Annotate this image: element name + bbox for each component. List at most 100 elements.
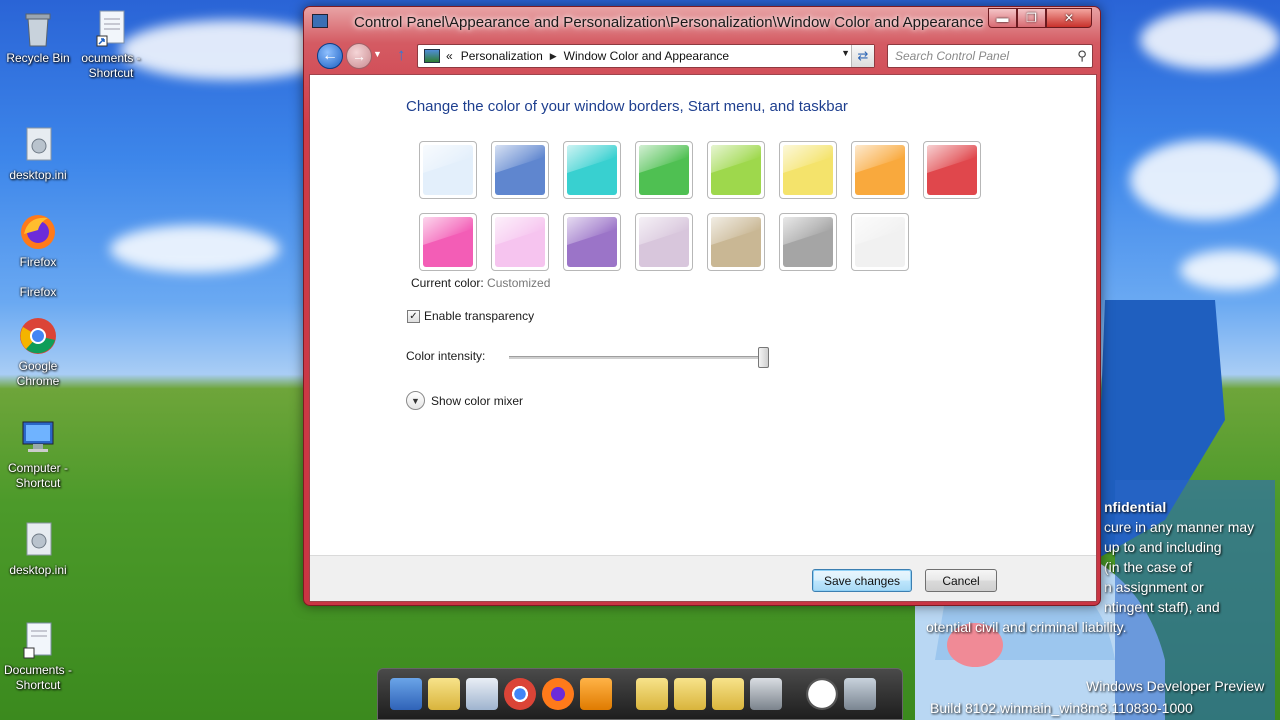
- color-swatch-lavender[interactable]: [635, 213, 693, 271]
- color-swatch-frost[interactable]: [851, 213, 909, 271]
- swatch-fill: [855, 145, 905, 195]
- desktop-icon-documents-shortcut[interactable]: ocuments - Shortcut: [73, 8, 149, 81]
- current-color: Current color: Customized: [411, 276, 550, 290]
- color-swatch-violet[interactable]: [563, 213, 621, 271]
- media-player-icon[interactable]: [580, 678, 612, 710]
- color-swatch-pumpkin[interactable]: [851, 141, 909, 199]
- watermark-line: n assignment or: [1104, 579, 1204, 595]
- color-swatch-sky[interactable]: [419, 141, 477, 199]
- downloads-folder-icon[interactable]: [636, 678, 668, 710]
- swatch-fill: [783, 217, 833, 267]
- forward-button[interactable]: →: [346, 43, 372, 69]
- swatch-fill: [423, 145, 473, 195]
- desktop-icon-recycle-bin[interactable]: Recycle Bin: [0, 8, 76, 66]
- color-swatch-ruby[interactable]: [923, 141, 981, 199]
- watermark-line: (in the case of: [1104, 559, 1192, 575]
- color-intensity-track[interactable]: [509, 356, 767, 359]
- up-button[interactable]: ↑: [397, 45, 406, 65]
- color-swatch-twilight[interactable]: [491, 141, 549, 199]
- color-intensity-label: Color intensity:: [406, 349, 486, 363]
- page-title: Change the color of your window borders,…: [406, 98, 848, 115]
- trash-icon[interactable]: [844, 678, 876, 710]
- color-swatch-lime[interactable]: [707, 141, 765, 199]
- swatch-fill: [567, 217, 617, 267]
- dock-spacer: [788, 678, 800, 710]
- refresh-icon: ⇄: [857, 48, 869, 63]
- search-icon[interactable]: ⚲: [1072, 48, 1092, 64]
- breadcrumb-overflow[interactable]: «: [446, 49, 453, 63]
- drive-icon[interactable]: [750, 678, 782, 710]
- desktop-icon-documents-shortcut-2[interactable]: Documents - Shortcut: [0, 620, 76, 693]
- color-swatch-chocolate[interactable]: [779, 213, 837, 271]
- color-swatch-fuchsia[interactable]: [419, 213, 477, 271]
- settings-file-icon: [18, 520, 58, 560]
- chevron-down-icon[interactable]: ▼: [841, 48, 850, 58]
- documents-folder-icon[interactable]: [674, 678, 706, 710]
- swatch-fill: [783, 145, 833, 195]
- folder-icon[interactable]: [428, 678, 460, 710]
- cancel-button[interactable]: Cancel: [925, 569, 997, 592]
- current-color-value: Customized: [487, 276, 551, 290]
- control-panel-icon: [424, 49, 440, 63]
- color-mixer-label[interactable]: Show color mixer: [431, 394, 523, 408]
- color-swatch-leaf[interactable]: [635, 141, 693, 199]
- refresh-button[interactable]: ⇄: [851, 45, 874, 67]
- swatch-fill: [639, 217, 689, 267]
- dock-taskbar: [377, 668, 903, 720]
- recycle-bin-icon: [18, 8, 58, 48]
- app-store-icon[interactable]: [466, 678, 498, 710]
- desktop-icon-google-chrome[interactable]: Google Chrome: [0, 316, 76, 389]
- desktop-icon-firefox[interactable]: Firefox: [0, 212, 76, 270]
- chrome-icon[interactable]: [504, 678, 536, 710]
- clock-icon[interactable]: [806, 678, 838, 710]
- cloud: [1180, 250, 1280, 290]
- color-swatch-taupe[interactable]: [707, 213, 765, 271]
- watermark-line: otential civil and criminal liability.: [926, 619, 1127, 635]
- address-bar[interactable]: « Personalization ▶ Window Color and App…: [417, 44, 875, 68]
- confidential-watermark: nfidential cure in any manner may up to …: [926, 497, 1255, 637]
- current-color-label: Current color:: [411, 276, 484, 290]
- desktop-icon-desktop-ini[interactable]: desktop.ini: [0, 125, 76, 183]
- search-placeholder: Search Control Panel: [895, 49, 1010, 63]
- desktop-icon-label: Computer - Shortcut: [7, 461, 69, 490]
- breadcrumb-separator-icon[interactable]: ▶: [550, 51, 557, 62]
- desktop-icon-computer-shortcut[interactable]: Computer - Shortcut: [0, 418, 76, 491]
- back-button[interactable]: ←: [317, 43, 343, 69]
- maximize-button[interactable]: ❐: [1017, 8, 1046, 28]
- desktop-icon-label: Documents - Shortcut: [3, 663, 73, 692]
- search-input[interactable]: Search Control Panel ⚲: [887, 44, 1093, 68]
- arrow-right-icon: →: [352, 48, 366, 64]
- swatch-fill: [711, 145, 761, 195]
- breadcrumb-item-window-color[interactable]: Window Color and Appearance: [564, 49, 729, 63]
- desktop-icon-desktop-ini-2[interactable]: desktop.ini: [0, 520, 76, 578]
- pictures-folder-icon[interactable]: [712, 678, 744, 710]
- cloud: [110, 225, 280, 273]
- watermark-line: cure in any manner may: [1104, 519, 1255, 535]
- save-changes-button[interactable]: Save changes: [812, 569, 912, 592]
- document-icon: [91, 8, 131, 48]
- color-swatch-blush[interactable]: [491, 213, 549, 271]
- computer-icon[interactable]: [390, 678, 422, 710]
- cloud: [1140, 10, 1280, 70]
- desktop-icon-label: ocuments - Shortcut: [81, 51, 141, 80]
- minimize-button[interactable]: ▬: [988, 8, 1017, 28]
- desktop-icon-firefox-2[interactable]: Firefox: [0, 285, 76, 300]
- breadcrumb-item-personalization[interactable]: Personalization: [461, 49, 543, 63]
- close-button[interactable]: ✕: [1046, 8, 1092, 28]
- swatch-fill: [855, 217, 905, 267]
- arrow-up-icon: ↑: [397, 45, 406, 64]
- transparency-option[interactable]: ✓ Enable transparency: [407, 309, 534, 323]
- show-color-mixer-toggle[interactable]: ▼ Show color mixer: [406, 391, 523, 410]
- firefox-icon[interactable]: [542, 678, 574, 710]
- color-swatch-sun[interactable]: [779, 141, 837, 199]
- color-intensity-slider[interactable]: [758, 347, 769, 368]
- settings-file-icon: [18, 125, 58, 165]
- document-icon: [18, 620, 58, 660]
- color-swatch-sea-foam[interactable]: [563, 141, 621, 199]
- desktop-icon-label: desktop.ini: [9, 563, 67, 577]
- chevron-down-icon[interactable]: ▼: [406, 391, 425, 410]
- transparency-label[interactable]: Enable transparency: [424, 309, 534, 323]
- transparency-checkbox[interactable]: ✓: [407, 309, 420, 323]
- build-string: Build 8102.winmain_win8m3.110830-1000: [930, 700, 1193, 716]
- recent-pages-dropdown[interactable]: ▼: [373, 49, 382, 59]
